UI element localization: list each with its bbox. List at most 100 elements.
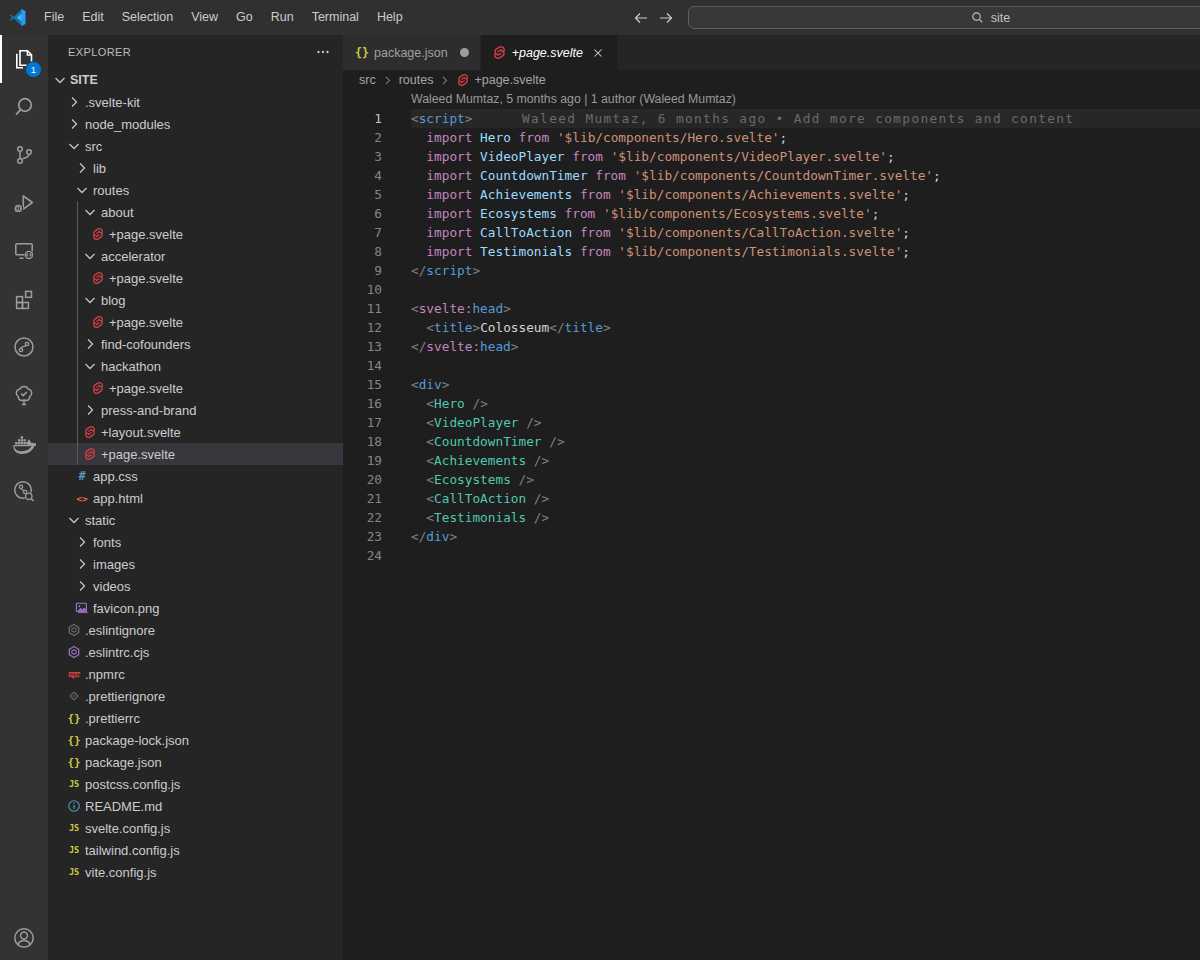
code-line-10: 10 <box>343 280 1200 299</box>
nav-forward-icon[interactable] <box>658 10 674 26</box>
tree-item-tailwind.config.js[interactable]: JStailwind.config.js <box>48 839 343 861</box>
modified-dot-icon[interactable] <box>460 48 469 57</box>
tree-item-.npmrc[interactable]: .npmrc <box>48 663 343 685</box>
menu-edit[interactable]: Edit <box>73 0 113 35</box>
tree-item-+page.svelte[interactable]: +page.svelte <box>48 223 343 245</box>
tree-item-vite.config.js[interactable]: JSvite.config.js <box>48 861 343 883</box>
tree-item-app.css[interactable]: #app.css <box>48 465 343 487</box>
tree-item-hackathon[interactable]: hackathon <box>48 355 343 377</box>
todo-tree-icon <box>12 383 36 407</box>
search-icon <box>970 10 985 25</box>
chevron-right-icon <box>66 94 82 110</box>
tree-item-svelte.config.js[interactable]: JSsvelte.config.js <box>48 817 343 839</box>
chevron-down-icon <box>82 292 98 308</box>
tree-item-accelerator[interactable]: accelerator <box>48 245 343 267</box>
tree-item-.eslintignore[interactable]: .eslintignore <box>48 619 343 641</box>
tab-package.json[interactable]: {} package.json <box>343 35 481 70</box>
editor-group: {} package.json +page.svelte src routes … <box>343 35 1200 960</box>
tree-item-app.html[interactable]: <>app.html <box>48 487 343 509</box>
eslint-file-icon <box>66 622 82 638</box>
tree-item-.prettierrc[interactable]: {}.prettierrc <box>48 707 343 729</box>
tree-item-postcss.config.js[interactable]: JSpostcss.config.js <box>48 773 343 795</box>
explorer-sidebar: EXPLORER SITE .svelte-kit node_modules s… <box>48 35 343 960</box>
activitybar-todo-tree[interactable] <box>0 371 48 419</box>
tree-item-press-and-brand[interactable]: press-and-brand <box>48 399 343 421</box>
menu-file[interactable]: File <box>35 0 73 35</box>
badge: 1 <box>25 61 42 78</box>
tree-item-blog[interactable]: blog <box>48 289 343 311</box>
command-center-search[interactable]: site <box>688 6 1200 29</box>
tree-item-static[interactable]: static <box>48 509 343 531</box>
codelens-blame[interactable]: Waleed Mumtaz, 5 months ago | 1 author (… <box>343 90 1200 109</box>
breadcrumbs: src routes +page.svelte <box>343 70 1200 90</box>
tree-item-+page.svelte[interactable]: +page.svelte <box>48 267 343 289</box>
tree-item-routes[interactable]: routes <box>48 179 343 201</box>
chevron-right-icon <box>74 578 90 594</box>
tree-item-lib[interactable]: lib <box>48 157 343 179</box>
tree-item-README.md[interactable]: README.md <box>48 795 343 817</box>
chevron-down-icon <box>66 138 82 154</box>
chevron-right-icon <box>82 402 98 418</box>
activitybar-git-graph[interactable] <box>0 323 48 371</box>
activitybar-run-debug[interactable] <box>0 179 48 227</box>
tree-item-node_modules[interactable]: node_modules <box>48 113 343 135</box>
vscode-logo-icon <box>0 0 35 35</box>
code-line-5: 5 import Achievements from '$lib/compone… <box>343 185 1200 204</box>
tree-item-+layout.svelte[interactable]: +layout.svelte <box>48 421 343 443</box>
inline-blame: Waleed Mumtaz, 6 months ago • Add more c… <box>522 109 1074 128</box>
activitybar-explorer[interactable]: 1 <box>0 35 48 83</box>
svelte-file-icon <box>90 380 106 396</box>
code-editor[interactable]: Waleed Mumtaz, 5 months ago | 1 author (… <box>343 90 1200 960</box>
menu-go[interactable]: Go <box>227 0 262 35</box>
close-tab-icon[interactable] <box>590 43 606 63</box>
code-line-14: 14 <box>343 356 1200 375</box>
breadcrumb-src[interactable]: src <box>359 73 376 87</box>
chevron-right-icon <box>74 534 90 550</box>
chevron-down-icon <box>82 204 98 220</box>
breadcrumb-+page.svelte[interactable]: +page.svelte <box>456 73 545 87</box>
json-file-icon: {} <box>354 45 370 61</box>
activitybar-remote-explorer[interactable] <box>0 227 48 275</box>
nav-back-icon[interactable] <box>633 10 649 26</box>
activitybar-search[interactable] <box>0 83 48 131</box>
tree-item-src[interactable]: src <box>48 135 343 157</box>
activitybar-source-control[interactable] <box>0 131 48 179</box>
code-line-20: 20 <Ecosystems /> <box>343 470 1200 489</box>
tree-item-about[interactable]: about <box>48 201 343 223</box>
vscode-window: FileEditSelectionViewGoRunTerminalHelp s… <box>0 0 1200 960</box>
tree-item-favicon.png[interactable]: favicon.png <box>48 597 343 619</box>
menu-terminal[interactable]: Terminal <box>303 0 368 35</box>
menu-selection[interactable]: Selection <box>113 0 182 35</box>
tree-item-images[interactable]: images <box>48 553 343 575</box>
tree-item-SITE[interactable]: SITE <box>48 69 343 91</box>
html-file-icon: <> <box>74 490 90 506</box>
sidebar-title: EXPLORER <box>68 46 131 58</box>
tab-+page.svelte[interactable]: +page.svelte <box>481 35 618 70</box>
breadcrumb-routes[interactable]: routes <box>399 73 434 87</box>
menu-view[interactable]: View <box>182 0 227 35</box>
tree-item-.eslintrc.cjs[interactable]: .eslintrc.cjs <box>48 641 343 663</box>
tree-item-.prettierignore[interactable]: .prettierignore <box>48 685 343 707</box>
remote-explorer-icon <box>12 239 36 263</box>
tree-item-package.json[interactable]: {}package.json <box>48 751 343 773</box>
activitybar-extensions[interactable] <box>0 275 48 323</box>
activitybar-git-history[interactable] <box>0 467 48 515</box>
tree-item-+page.svelte[interactable]: +page.svelte <box>48 443 343 465</box>
tree-item-+page.svelte[interactable]: +page.svelte <box>48 311 343 333</box>
menu-help[interactable]: Help <box>368 0 412 35</box>
code-line-3: 3 import VideoPlayer from '$lib/componen… <box>343 147 1200 166</box>
chevron-right-icon <box>74 556 90 572</box>
tree-item-package-lock.json[interactable]: {}package-lock.json <box>48 729 343 751</box>
activitybar-account[interactable] <box>0 916 48 960</box>
explorer-more-actions-icon[interactable] <box>315 44 331 60</box>
tree-item-fonts[interactable]: fonts <box>48 531 343 553</box>
tree-item-.svelte-kit[interactable]: .svelte-kit <box>48 91 343 113</box>
tree-item-find-cofounders[interactable]: find-cofounders <box>48 333 343 355</box>
menu-run[interactable]: Run <box>262 0 303 35</box>
code-line-21: 21 <CallToAction /> <box>343 489 1200 508</box>
tree-item-+page.svelte[interactable]: +page.svelte <box>48 377 343 399</box>
svelte-file-icon <box>82 424 98 440</box>
activitybar-docker[interactable] <box>0 419 48 467</box>
title-bar: FileEditSelectionViewGoRunTerminalHelp s… <box>0 0 1200 35</box>
tree-item-videos[interactable]: videos <box>48 575 343 597</box>
